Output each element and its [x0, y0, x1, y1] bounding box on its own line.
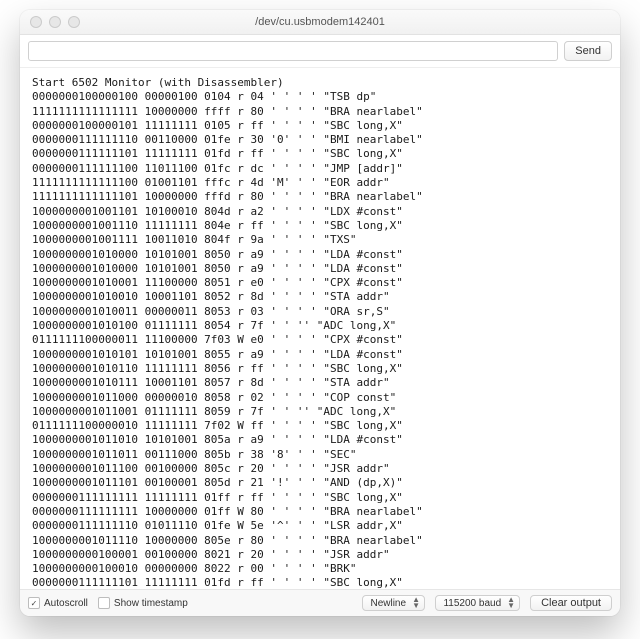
- chevron-updown-icon: ▲▼: [507, 597, 515, 609]
- autoscroll-checkbox[interactable]: ✓ Autoscroll: [28, 597, 88, 609]
- close-icon[interactable]: [30, 16, 42, 28]
- send-button[interactable]: Send: [564, 41, 612, 61]
- titlebar: /dev/cu.usbmodem142401: [20, 10, 620, 35]
- chevron-updown-icon: ▲▼: [412, 597, 420, 609]
- minimize-icon[interactable]: [49, 16, 61, 28]
- timestamp-checkbox[interactable]: Show timestamp: [98, 597, 188, 609]
- serial-monitor-window: /dev/cu.usbmodem142401 Send Start 6502 M…: [20, 10, 620, 616]
- serial-input[interactable]: [28, 41, 558, 61]
- zoom-icon[interactable]: [68, 16, 80, 28]
- line-ending-select[interactable]: Newline ▲▼: [362, 595, 425, 611]
- line-ending-value: Newline: [370, 598, 406, 609]
- autoscroll-label: Autoscroll: [44, 598, 88, 609]
- window-title: /dev/cu.usbmodem142401: [20, 16, 620, 28]
- bottom-bar: ✓ Autoscroll Show timestamp Newline ▲▼ 1…: [20, 589, 620, 616]
- baud-rate-value: 115200 baud: [443, 598, 501, 609]
- baud-rate-select[interactable]: 115200 baud ▲▼: [435, 595, 520, 611]
- send-bar: Send: [20, 35, 620, 68]
- window-controls: [30, 16, 80, 28]
- serial-output-text: Start 6502 Monitor (with Disassembler) 0…: [32, 76, 610, 589]
- serial-output: Start 6502 Monitor (with Disassembler) 0…: [20, 68, 620, 589]
- timestamp-label: Show timestamp: [114, 598, 188, 609]
- checkbox-icon: ✓: [28, 597, 40, 609]
- checkbox-icon: [98, 597, 110, 609]
- clear-output-button[interactable]: Clear output: [530, 595, 612, 611]
